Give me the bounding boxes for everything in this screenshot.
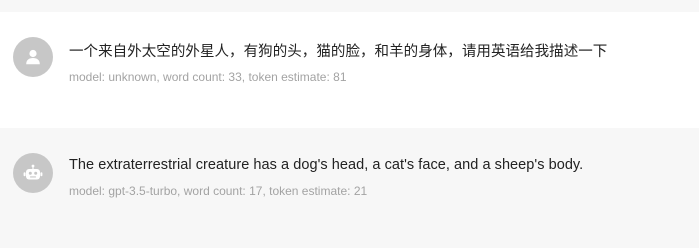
message-text: 一个来自外太空的外星人，有狗的头，猫的脸，和羊的身体，请用英语给我描述一下 [69,44,608,60]
user-avatar [13,37,53,77]
chat-message-assistant: The extraterrestrial creature has a dog'… [0,128,699,248]
message-meta: model: unknown, word count: 33, token es… [69,70,347,84]
robot-icon [23,164,43,182]
assistant-avatar [13,153,53,193]
message-text: The extraterrestrial creature has a dog'… [69,157,584,173]
top-strip [0,0,699,12]
chat-message-user: 一个来自外太空的外星人，有狗的头，猫的脸，和羊的身体，请用英语给我描述一下 mo… [0,12,699,128]
message-meta: model: gpt-3.5-turbo, word count: 17, to… [69,184,368,198]
user-icon [24,48,42,66]
